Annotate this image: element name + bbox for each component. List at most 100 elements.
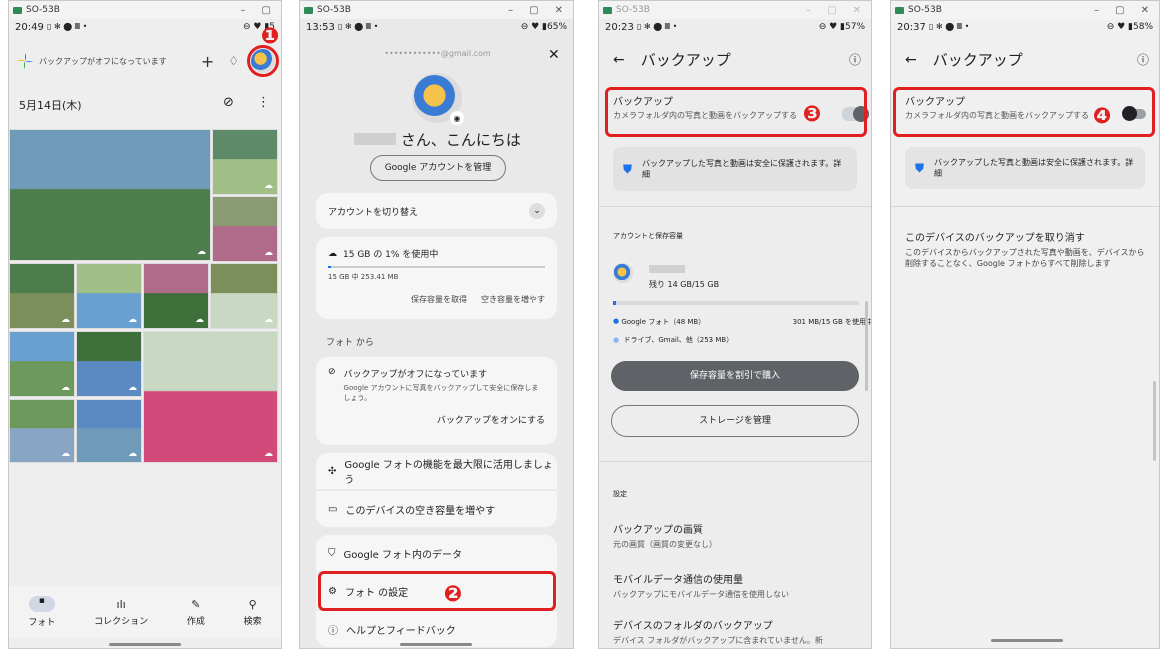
help-icon[interactable]: ⓘ <box>849 51 861 68</box>
settings-header: 設定 <box>613 490 627 498</box>
free-device-label: このデバイスの空き容量を増やす <box>345 505 496 517</box>
minimize-icon[interactable]: – <box>508 5 513 16</box>
app-logo-icon <box>603 6 612 14</box>
status-bar: 20:49 ▯ ✻ ⬤ 𝄜 • ⊖ ♥ ▮5 <box>9 19 281 35</box>
back-arrow-icon[interactable]: ← <box>613 52 625 68</box>
photo-thumbnail[interactable]: ☁ <box>212 196 278 262</box>
bottom-navigation: ▪ フォト ılı コレクション ✎ 作成 ⚲ 検索 <box>9 586 281 638</box>
help-icon[interactable]: ⓘ <box>1137 51 1149 68</box>
minimize-icon[interactable]: – <box>806 5 811 16</box>
page-title: バックアップ <box>932 51 1023 69</box>
cloud-off-icon: ☁ <box>264 248 273 258</box>
minimize-icon[interactable]: – <box>241 5 246 16</box>
status-icons: ▯ ✻ ⬤ 𝄜 • <box>637 22 678 31</box>
photo-thumbnail[interactable]: ☁ <box>210 263 278 329</box>
camera-icon[interactable]: ◉ <box>450 111 464 125</box>
scrollbar[interactable] <box>865 301 868 391</box>
undo-backup-row[interactable]: このデバイスのバックアップを取り消す このデバイスからバックアップされた写真や動… <box>905 229 1149 269</box>
more-vert-icon[interactable]: ⋮ <box>257 95 270 110</box>
maximize-icon[interactable]: ▢ <box>1115 5 1124 16</box>
photo-thumbnail[interactable]: ☁ <box>9 129 211 261</box>
photo-thumbnail[interactable]: ☁ <box>76 331 142 397</box>
cloud-off-icon: ☁ <box>128 449 137 459</box>
make-most-row[interactable]: ✣ Google フォトの機能を最大限に活用しましょう <box>316 453 557 489</box>
storage-progress <box>328 266 545 268</box>
your-data-label: Google フォト内のデータ <box>343 549 462 561</box>
storage-title-row: ☁ 15 GB の 1% を使用中 <box>328 247 545 261</box>
photo-thumbnail[interactable]: ☁ <box>76 263 142 329</box>
add-icon[interactable]: + <box>201 52 214 71</box>
brush-icon: ✎ <box>191 597 201 611</box>
divider <box>891 206 1159 207</box>
help-icon: ⓘ <box>328 625 338 637</box>
status-time: 20:49 <box>15 21 44 33</box>
nav-create[interactable]: ✎ 作成 <box>187 598 205 627</box>
photo-icon: ▪ <box>28 596 55 612</box>
google-photos-logo-icon <box>17 53 33 69</box>
photo-thumbnail[interactable]: ☁ <box>76 399 142 463</box>
close-icon[interactable]: ✕ <box>555 5 563 16</box>
maximize-icon[interactable]: ▢ <box>262 5 271 16</box>
photo-thumbnail[interactable]: ☁ <box>143 331 278 463</box>
folders-title: デバイスのフォルダのバックアップ <box>613 621 773 632</box>
back-arrow-icon[interactable]: ← <box>905 52 917 68</box>
switch-account-row[interactable]: アカウントを切り替え ⌄ <box>316 193 557 229</box>
nav-label-collections: コレクション <box>94 616 149 627</box>
manage-storage-button[interactable]: ストレージを管理 <box>611 405 859 437</box>
backup-off-banner[interactable]: バックアップがオフになっています <box>39 56 167 67</box>
storage-detail: 15 GB 中 253.41 MB <box>328 273 399 281</box>
account-storage-header: アカウントと保存容量 <box>613 232 683 240</box>
get-storage-link[interactable]: 保存容量を取得 <box>411 294 467 305</box>
gesture-bar <box>991 639 1063 642</box>
photo-thumbnail[interactable]: ☁ <box>9 399 75 463</box>
status-time: 20:23 <box>605 21 634 33</box>
folders-desc: デバイス フォルダがバックアップに含まれていません。新 <box>613 636 823 645</box>
top-app-bar: バックアップがオフになっています + ♢ <box>17 43 275 79</box>
callout-step-1: ❶ <box>260 23 280 49</box>
nav-search[interactable]: ⚲ 検索 <box>244 598 262 627</box>
make-most-label: Google フォトの機能を最大限に活用しましょう <box>344 460 553 486</box>
divider <box>599 206 871 207</box>
app-logo-icon <box>304 6 313 14</box>
legend-row-2: ● ドライブ、Gmail、他（253 MB） <box>613 335 733 345</box>
scrollbar[interactable] <box>1153 381 1156 461</box>
minimize-icon[interactable]: – <box>1094 5 1099 16</box>
maximize-icon[interactable]: ▢ <box>529 5 538 16</box>
window-title: SO-53B <box>616 5 650 15</box>
status-bar: 20:37 ▯ ✻ ⬤ 𝄜 • ⊖ ♥ ▮58% <box>891 19 1159 35</box>
user-name-redacted <box>354 133 397 145</box>
nav-collections[interactable]: ılı コレクション <box>94 598 148 627</box>
photo-thumbnail[interactable]: ☁ <box>9 263 75 329</box>
gesture-bar <box>109 643 181 646</box>
device-folders-row[interactable]: デバイスのフォルダのバックアップ デバイス フォルダがバックアップに含まれていま… <box>613 617 823 646</box>
cloud-off-icon: ⊘ <box>328 367 336 377</box>
free-up-link[interactable]: 空き容量を増やす <box>481 294 545 305</box>
turn-on-backup-link[interactable]: バックアップをオンにする <box>328 413 545 426</box>
photo-thumbnail[interactable]: ☁ <box>212 129 278 195</box>
select-check-icon[interactable]: ⊘ <box>223 95 234 110</box>
section-from-photos: フォト から <box>326 338 374 348</box>
status-icons: ▯ ✻ ⬤ 𝄜 • <box>47 22 88 31</box>
close-icon[interactable]: ✕ <box>853 5 861 16</box>
cloud-off-icon: ☁ <box>128 315 137 325</box>
storage-account-avatar <box>613 263 633 283</box>
mobile-data-row[interactable]: モバイルデータ通信の使用量 バックアップにモバイルデータ通信を使用しない <box>613 571 789 600</box>
nav-photos[interactable]: ▪ フォト <box>28 596 55 628</box>
free-device-row[interactable]: ▭ このデバイスの空き容量を増やす <box>316 491 557 527</box>
close-icon[interactable]: ✕ <box>1141 5 1149 16</box>
photo-thumbnail[interactable]: ☁ <box>143 263 209 329</box>
undo-desc: このデバイスからバックアップされた写真や動画を、デバイスから削除することなく、G… <box>905 248 1145 268</box>
buy-storage-button[interactable]: 保存容量を割引で購入 <box>611 361 859 391</box>
close-dialog-icon[interactable]: ✕ <box>548 47 560 63</box>
divider <box>599 461 871 462</box>
help-row[interactable]: ⓘ ヘルプとフィードバック <box>316 611 557 647</box>
bell-icon[interactable]: ♢ <box>228 54 239 68</box>
your-data-row[interactable]: ⛉ Google フォト内のデータ <box>316 535 557 571</box>
switch-account-label: アカウントを切り替え <box>328 207 419 218</box>
maximize-icon[interactable]: ▢ <box>827 5 836 16</box>
safe-note-card: ⛊ バックアップした写真と動画は安全に保護されます。詳細 <box>905 147 1145 189</box>
manage-account-button[interactable]: Google アカウントを管理 <box>370 155 506 181</box>
legend-dot-blue: ● <box>613 317 620 325</box>
quality-row[interactable]: バックアップの画質 元の画質（画質の変更なし） <box>613 521 717 550</box>
photo-thumbnail[interactable]: ☁ <box>9 331 75 397</box>
